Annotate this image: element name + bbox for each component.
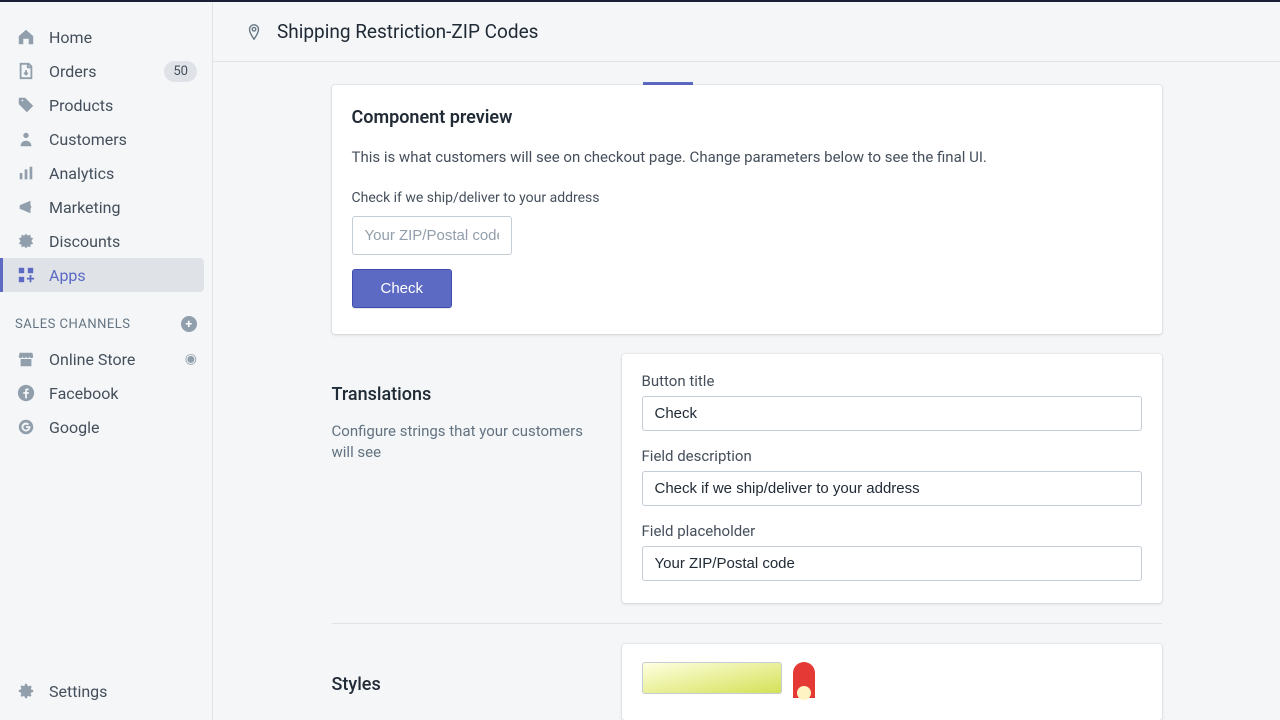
translations-section: Translations Configure strings that your… (332, 354, 1162, 603)
sidebar-item-label: Analytics (49, 164, 197, 183)
sidebar-item-orders[interactable]: Orders 50 (0, 54, 212, 88)
app-pin-icon (243, 21, 265, 43)
analytics-icon (15, 162, 37, 184)
color-picker-hue[interactable] (793, 662, 815, 698)
view-store-icon[interactable]: ◉ (185, 351, 197, 367)
sidebar-item-label: Orders (49, 62, 164, 81)
channel-google[interactable]: Google (0, 410, 212, 444)
channel-label: Google (49, 418, 197, 437)
translations-card: Button title Field description Field pla… (622, 354, 1162, 603)
sidebar-item-analytics[interactable]: Analytics (0, 156, 212, 190)
orders-icon (15, 60, 37, 82)
zip-input[interactable] (352, 216, 512, 255)
sidebar-item-label: Apps (49, 266, 189, 285)
styles-heading: Styles (332, 674, 602, 695)
main-nav: Home Orders 50 Products Customers Analyt… (0, 20, 212, 292)
channel-online-store[interactable]: Online Store ◉ (0, 342, 212, 376)
customers-icon (15, 128, 37, 150)
page-title: Shipping Restriction-ZIP Codes (277, 20, 538, 43)
preview-heading: Component preview (352, 107, 1142, 128)
sidebar-item-marketing[interactable]: Marketing (0, 190, 212, 224)
facebook-icon (15, 382, 37, 404)
sidebar: Home Orders 50 Products Customers Analyt… (0, 2, 213, 720)
section-divider (332, 623, 1162, 624)
field-desc-input[interactable] (642, 471, 1142, 506)
sidebar-item-settings[interactable]: Settings (0, 674, 212, 708)
home-icon (15, 26, 37, 48)
settings-label: Settings (49, 682, 197, 701)
styles-card (622, 644, 1162, 720)
products-icon (15, 94, 37, 116)
content: Component preview This is what customers… (213, 62, 1280, 720)
field-placeholder-label: Field placeholder (642, 522, 1142, 540)
add-channel-button[interactable]: + (181, 316, 197, 332)
sales-channels-header: SALES CHANNELS + (0, 292, 212, 342)
main: Shipping Restriction-ZIP Codes Component… (213, 2, 1280, 720)
marketing-icon (15, 196, 37, 218)
sidebar-item-label: Marketing (49, 198, 197, 217)
button-title-input[interactable] (642, 396, 1142, 431)
sidebar-item-customers[interactable]: Customers (0, 122, 212, 156)
sales-channels-label: SALES CHANNELS (15, 317, 131, 332)
field-desc-label: Field description (642, 447, 1142, 465)
sidebar-item-label: Customers (49, 130, 197, 149)
translations-heading: Translations (332, 384, 602, 405)
google-icon (15, 416, 37, 438)
sidebar-item-home[interactable]: Home (0, 20, 212, 54)
sidebar-item-discounts[interactable]: Discounts (0, 224, 212, 258)
orders-badge: 50 (164, 61, 197, 82)
check-button[interactable]: Check (352, 269, 453, 308)
sidebar-item-label: Products (49, 96, 197, 115)
color-picker-gradient[interactable] (642, 662, 782, 694)
channel-label: Facebook (49, 384, 197, 403)
apps-icon (15, 264, 37, 286)
translations-desc: Configure strings that your customers wi… (332, 421, 602, 463)
channel-label: Online Store (49, 350, 185, 369)
channel-facebook[interactable]: Facebook (0, 376, 212, 410)
preview-description: This is what customers will see on check… (352, 148, 1142, 166)
styles-section: Styles (332, 644, 1162, 720)
channels-nav: Online Store ◉ Facebook Google (0, 342, 212, 444)
preview-card: Component preview This is what customers… (332, 85, 1162, 334)
gear-icon (15, 680, 37, 702)
preview-field-label: Check if we ship/deliver to your address (352, 190, 1142, 206)
button-title-label: Button title (642, 372, 1142, 390)
field-placeholder-input[interactable] (642, 546, 1142, 581)
discounts-icon (15, 230, 37, 252)
sidebar-item-label: Home (49, 28, 197, 47)
sidebar-item-label: Discounts (49, 232, 197, 251)
sidebar-item-products[interactable]: Products (0, 88, 212, 122)
sidebar-item-apps[interactable]: Apps (0, 258, 204, 292)
topbar: Shipping Restriction-ZIP Codes (213, 2, 1280, 62)
store-icon (15, 348, 37, 370)
